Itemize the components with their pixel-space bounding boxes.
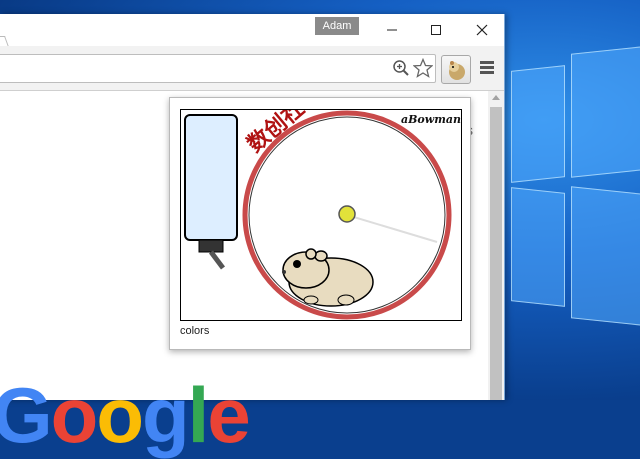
hamster-icon	[282, 248, 374, 307]
hamster-extension-icon	[449, 61, 465, 80]
google-logo: Google	[0, 376, 251, 454]
water-bottle-icon	[184, 114, 238, 241]
hamster-canvas[interactable]: aBowman 数创社scs66	[180, 109, 462, 321]
hamster-extension-button[interactable]	[441, 55, 471, 84]
profile-button[interactable]: Adam	[315, 17, 359, 35]
close-button[interactable]	[460, 14, 504, 46]
wheel-hub-icon	[338, 205, 356, 223]
google-logo-letter: o	[50, 371, 99, 459]
minimize-icon	[387, 29, 397, 31]
title-bar: Adam	[0, 14, 504, 47]
google-logo-letter: G	[0, 371, 53, 459]
google-logo-letter: l	[187, 371, 210, 459]
toolbar	[0, 46, 504, 91]
scrollbar[interactable]	[488, 91, 504, 400]
windows-logo-icon	[505, 40, 640, 400]
scroll-thumb[interactable]	[490, 107, 502, 400]
extension-popup: aBowman 数创社scs66 colors	[169, 97, 471, 350]
google-logo-letter: o	[96, 371, 144, 459]
wheel-spoke-icon	[346, 214, 438, 243]
bottle-spout-icon	[209, 250, 225, 270]
google-logo-letter: g	[141, 371, 190, 459]
colors-link[interactable]: colors	[180, 325, 209, 337]
menu-icon[interactable]	[480, 61, 494, 75]
maximize-button[interactable]	[414, 14, 458, 46]
star-icon[interactable]	[413, 58, 433, 78]
scroll-up-arrow-icon[interactable]	[492, 95, 500, 100]
hamster-scene	[184, 110, 452, 320]
zoom-icon[interactable]	[392, 59, 410, 77]
maximize-icon	[431, 25, 441, 35]
close-icon	[476, 24, 488, 36]
minimize-button[interactable]	[370, 14, 414, 46]
google-logo-letter: e	[207, 371, 250, 459]
author-label: aBowman	[401, 113, 461, 126]
address-bar[interactable]	[0, 54, 436, 83]
bottle-cap-icon	[198, 239, 224, 253]
